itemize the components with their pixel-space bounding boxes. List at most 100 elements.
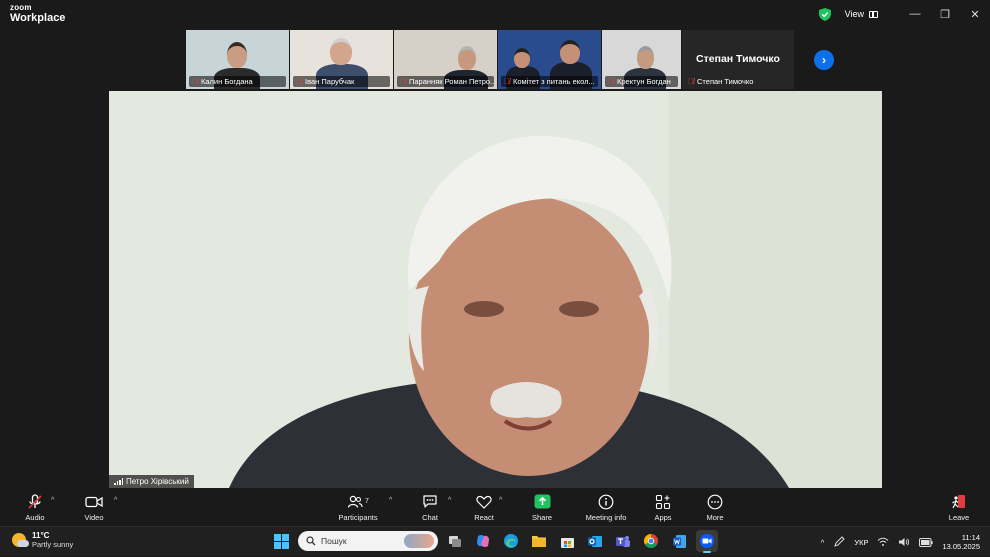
- participant-tile-no-video[interactable]: Степан Тимочко 🎙̸ Степан Тимочко: [682, 30, 794, 89]
- react-label: React: [474, 512, 494, 522]
- taskbar-search[interactable]: Пошук: [298, 531, 438, 551]
- participant-tile[interactable]: 🎙̸ Комітет з питань екол...: [498, 30, 601, 89]
- video-label: Video: [84, 512, 104, 522]
- close-button[interactable]: ✕: [960, 0, 990, 28]
- participant-name-label: 🎙̸ Степан Тимочко: [685, 76, 791, 87]
- next-page-arrow-icon[interactable]: ›: [814, 50, 834, 70]
- mic-muted-icon: 🎙̸: [400, 77, 406, 86]
- speaker-video-frame: [109, 91, 882, 488]
- participant-name-label: 🎙̸ Іван Парубчак: [293, 76, 390, 87]
- outlook-icon[interactable]: [584, 530, 606, 552]
- task-view-icon[interactable]: [444, 530, 466, 552]
- participant-tile[interactable]: 🎙̸ Паранняк Роман Петро...: [394, 30, 497, 89]
- partly-sunny-icon: [12, 533, 29, 547]
- speaker-name: Петро Хірівський: [126, 477, 189, 486]
- active-speaker-video: Петро Хірівський: [109, 91, 882, 488]
- apps-button[interactable]: Apps: [651, 488, 675, 526]
- video-options-chevron-icon[interactable]: ^: [114, 497, 117, 504]
- battery-icon[interactable]: [919, 537, 934, 547]
- audio-label: Audio: [25, 512, 45, 522]
- participant-tile[interactable]: 🎙̸ Калин Богдана: [186, 30, 289, 89]
- participant-tile[interactable]: 🎙̸ Іван Парубчак: [290, 30, 393, 89]
- share-screen-icon: [534, 494, 550, 509]
- pen-icon[interactable]: [833, 536, 846, 548]
- participant-display-name: Степан Тимочко: [696, 53, 780, 65]
- chat-options-chevron-icon[interactable]: ^: [448, 497, 451, 504]
- participant-name: Степан Тимочко: [697, 77, 754, 86]
- audio-button[interactable]: Audio: [22, 488, 48, 526]
- clock-date: 13.05.2025: [942, 542, 980, 551]
- participant-name: Комітет з питань екол...: [513, 77, 595, 86]
- weather-condition: Partly sunny: [32, 540, 74, 549]
- mic-off-icon: [28, 493, 42, 509]
- windows-taskbar: 11°C Partly sunny Пошук ^ УКР 11:14 13.0…: [0, 526, 990, 556]
- file-explorer-icon[interactable]: [528, 530, 550, 552]
- edge-browser-icon[interactable]: [500, 530, 522, 552]
- speaker-name-label: Петро Хірівський: [109, 475, 194, 488]
- minimize-button[interactable]: —: [900, 0, 930, 28]
- participant-name: Калин Богдана: [201, 77, 253, 86]
- input-language[interactable]: УКР: [854, 538, 868, 547]
- audio-options-chevron-icon[interactable]: ^: [51, 497, 54, 504]
- system-tray: ^ УКР 11:14 13.05.2025: [821, 527, 980, 557]
- participant-name: Паранняк Роман Петро...: [409, 77, 494, 86]
- leave-label: Leave: [948, 512, 970, 522]
- participants-button[interactable]: 7 Participants: [334, 488, 382, 526]
- signal-bars-icon: [114, 478, 123, 485]
- clock-time: 11:14: [961, 532, 980, 542]
- copilot-icon[interactable]: [472, 530, 494, 552]
- store-icon[interactable]: [556, 530, 578, 552]
- participant-name-label: 🎙̸ Паранняк Роман Петро...: [397, 76, 494, 87]
- participant-head: [637, 46, 654, 69]
- heart-icon: [476, 495, 492, 509]
- participant-tile[interactable]: 🎙̸ Кректун Богдан: [602, 30, 681, 89]
- share-button[interactable]: Share: [528, 488, 556, 526]
- windows-logo-icon: [273, 533, 289, 549]
- search-placeholder: Пошук: [321, 536, 347, 546]
- view-button[interactable]: View: [845, 9, 878, 19]
- video-button[interactable]: Video: [80, 488, 108, 526]
- chrome-icon[interactable]: [640, 530, 662, 552]
- participant-name-label: 🎙̸ Кректун Богдан: [605, 76, 678, 87]
- participant-strip: 🎙̸ Калин Богдана 🎙̸ Іван Парубчак 🎙̸ Паранн…: [186, 30, 794, 89]
- teams-icon[interactable]: [612, 530, 634, 552]
- meeting-info-button[interactable]: Meeting info: [582, 488, 630, 526]
- weather-widget[interactable]: 11°C Partly sunny: [12, 531, 73, 549]
- zoom-taskbar-icon[interactable]: [696, 530, 718, 553]
- participants-count: 7: [365, 498, 369, 505]
- more-label: More: [706, 512, 724, 522]
- volume-icon[interactable]: [898, 537, 910, 547]
- leave-button[interactable]: Leave: [946, 488, 972, 526]
- title-bar: zoom Workplace View — ❐ ✕: [0, 0, 990, 28]
- mic-muted-icon: 🎙̸: [296, 77, 302, 86]
- encryption-shield-icon[interactable]: [818, 7, 831, 21]
- participant-name: Кректун Богдан: [617, 77, 671, 86]
- wifi-icon[interactable]: [877, 537, 889, 547]
- search-highlight-image: [404, 534, 434, 548]
- logo-line2: Workplace: [10, 12, 66, 24]
- start-button[interactable]: [270, 530, 292, 552]
- apps-label: Apps: [654, 512, 672, 522]
- meeting-toolbar: Audio ^ Video ^ 7 Participants ^ Chat ^ …: [0, 488, 990, 526]
- meeting-info-label: Meeting info: [585, 512, 627, 522]
- chat-icon: [423, 495, 437, 508]
- show-hidden-icons-chevron-icon[interactable]: ^: [821, 538, 825, 547]
- restore-button[interactable]: ❐: [930, 0, 960, 28]
- apps-icon: [655, 494, 671, 509]
- react-options-chevron-icon[interactable]: ^: [499, 497, 502, 504]
- participant-head: [458, 46, 476, 70]
- participant-head: [227, 42, 247, 68]
- clock[interactable]: 11:14 13.05.2025: [942, 533, 980, 552]
- react-button[interactable]: React: [472, 488, 496, 526]
- chat-button[interactable]: Chat: [418, 488, 442, 526]
- temperature: 11°C: [32, 531, 50, 540]
- grid-icon: [869, 10, 878, 18]
- mic-muted-icon: 🎙̸: [688, 77, 694, 86]
- more-button[interactable]: More: [703, 488, 727, 526]
- share-label: Share: [531, 512, 552, 522]
- participants-options-chevron-icon[interactable]: ^: [389, 497, 392, 504]
- word-icon[interactable]: [668, 530, 690, 552]
- mic-muted-icon: 🎙̸: [608, 77, 614, 86]
- participants-icon: [347, 495, 363, 508]
- participant-name-label: 🎙̸ Калин Богдана: [189, 76, 286, 87]
